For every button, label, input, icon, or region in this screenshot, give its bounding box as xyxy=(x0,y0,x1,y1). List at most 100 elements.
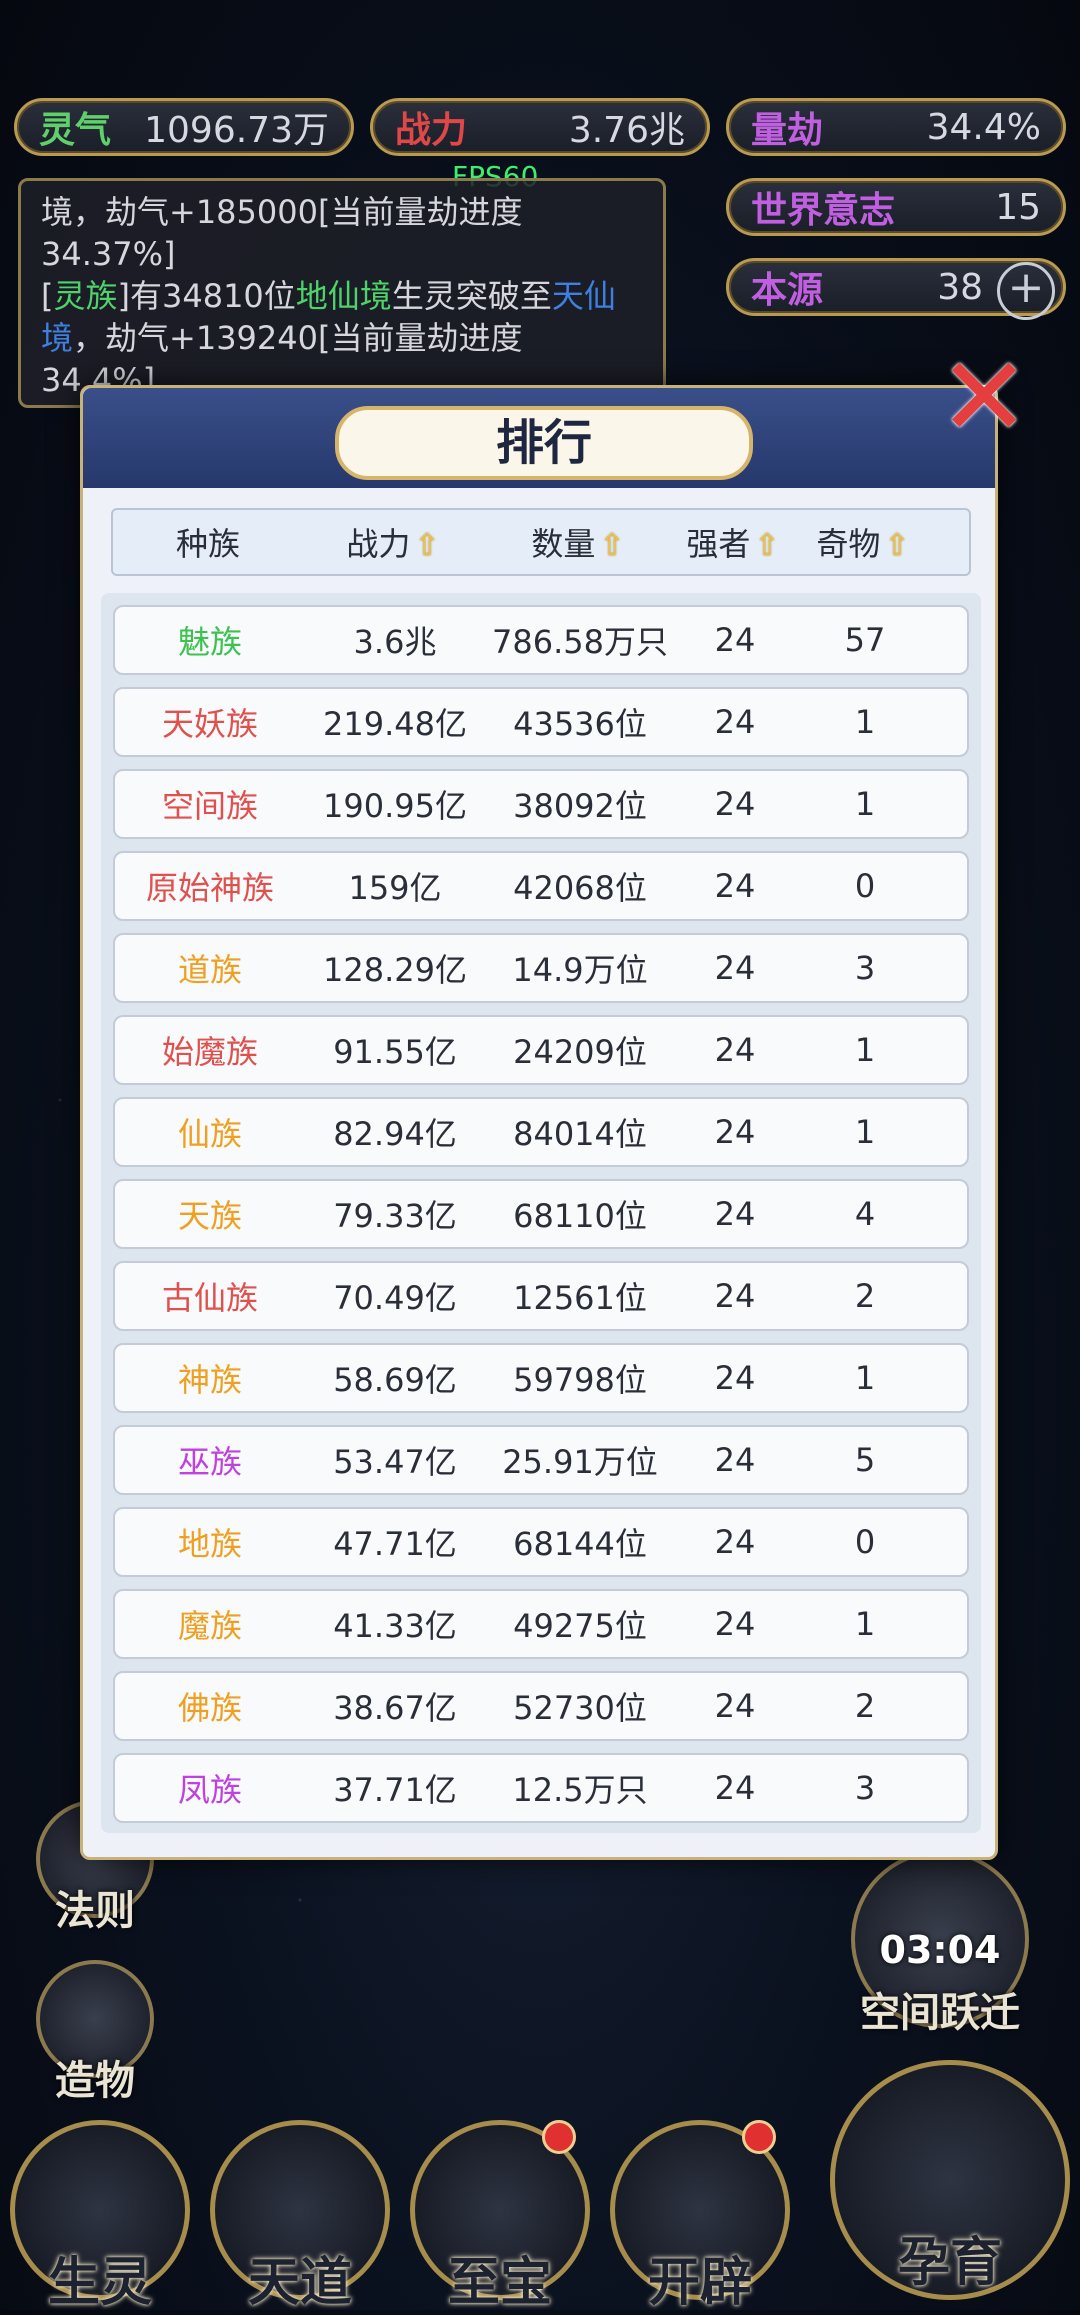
sort-arrow-icon: ⇧ xyxy=(884,528,910,563)
treasure-cell: 0 xyxy=(854,867,876,905)
header-race: 种族 xyxy=(175,525,240,563)
lingqi-stat[interactable]: 灵气 1096.73万 xyxy=(14,98,354,156)
lingqi-label: 灵气 xyxy=(39,110,112,151)
strong-cell: 24 xyxy=(714,1277,756,1315)
strong-cell: 24 xyxy=(714,1195,756,1233)
count-cell: 84014位 xyxy=(513,1115,647,1153)
log-line-1b: 34.37%] xyxy=(41,235,176,273)
close-icon[interactable]: ✕ xyxy=(938,342,1030,452)
zhanli-label: 战力 xyxy=(395,110,468,151)
kaipi-notification-dot xyxy=(742,2120,776,2154)
treasure-cell: 1 xyxy=(854,785,876,823)
table-row[interactable]: 空间族 190.95亿 38092位 24 1 xyxy=(113,769,969,839)
table-row[interactable]: 凤族 37.71亿 12.5万只 24 3 xyxy=(113,1753,969,1823)
nav-kaipi[interactable]: 开辟 xyxy=(610,2120,790,2315)
table-row[interactable]: 地族 47.71亿 68144位 24 0 xyxy=(113,1507,969,1577)
treasure-cell: 2 xyxy=(854,1277,876,1315)
sort-count-button[interactable]: 数量 ⇧ xyxy=(483,519,673,565)
shijie-stat[interactable]: 世界意志 15 xyxy=(726,178,1066,236)
space-jump-button[interactable]: 03:04 空间跃迁 xyxy=(840,1850,1040,2038)
treasure-cell: 1 xyxy=(854,1605,876,1643)
strong-cell: 24 xyxy=(714,1031,756,1069)
table-row[interactable]: 仙族 82.94亿 84014位 24 1 xyxy=(113,1097,969,1167)
power-cell: 91.55亿 xyxy=(333,1033,457,1071)
zhanli-stat[interactable]: 战力 3.76兆 xyxy=(370,98,710,156)
race-cell: 魅族 xyxy=(177,623,242,661)
sort-power-button[interactable]: 战力 ⇧ xyxy=(303,519,483,565)
race-cell: 神族 xyxy=(177,1361,242,1399)
count-cell: 42068位 xyxy=(513,869,647,907)
table-row[interactable]: 巫族 53.47亿 25.91万位 24 5 xyxy=(113,1425,969,1495)
sort-arrow-icon: ⇧ xyxy=(414,528,440,563)
treasure-cell: 1 xyxy=(854,1113,876,1151)
race-cell: 佛族 xyxy=(177,1689,242,1727)
table-row[interactable]: 天妖族 219.48亿 43536位 24 1 xyxy=(113,687,969,757)
space-jump-label: 空间跃迁 xyxy=(860,1990,1020,2036)
nav-zhibao[interactable]: 至宝 xyxy=(410,2120,590,2315)
power-cell: 159亿 xyxy=(348,869,442,907)
treasure-cell: 1 xyxy=(854,1031,876,1069)
liangjie-value: 34.4% xyxy=(926,106,1041,148)
add-benyuan-button[interactable]: + xyxy=(997,262,1055,320)
count-cell: 68144位 xyxy=(513,1525,647,1563)
table-row[interactable]: 古仙族 70.49亿 12561位 24 2 xyxy=(113,1261,969,1331)
count-cell: 12.5万只 xyxy=(512,1771,648,1809)
power-cell: 41.33亿 xyxy=(333,1607,457,1645)
treasure-cell: 1 xyxy=(854,703,876,741)
count-cell: 59798位 xyxy=(513,1361,647,1399)
count-cell: 25.91万位 xyxy=(502,1443,658,1481)
strong-cell: 24 xyxy=(714,621,756,659)
sort-arrow-icon: ⇧ xyxy=(599,528,625,563)
treasure-cell: 1 xyxy=(854,1359,876,1397)
race-cell: 魔族 xyxy=(177,1607,242,1645)
table-row[interactable]: 神族 58.69亿 59798位 24 1 xyxy=(113,1343,969,1413)
strong-cell: 24 xyxy=(714,1687,756,1725)
power-cell: 128.29亿 xyxy=(323,951,467,989)
table-row[interactable]: 魅族 3.6兆 786.58万只 24 57 xyxy=(113,605,969,675)
race-cell: 始魔族 xyxy=(161,1033,258,1071)
nav-yunyu[interactable]: 孕育 xyxy=(830,2060,1070,2300)
ranking-list[interactable]: 魅族 3.6兆 786.58万只 24 57 天妖族 219.48亿 43536位 24 1 空间族… xyxy=(101,593,981,1833)
strong-cell: 24 xyxy=(714,949,756,987)
nav-shengling[interactable]: 生灵 xyxy=(10,2120,190,2315)
treasure-cell: 3 xyxy=(854,1769,876,1807)
table-row[interactable]: 天族 79.33亿 68110位 24 4 xyxy=(113,1179,969,1249)
table-row[interactable]: 原始神族 159亿 42068位 24 0 xyxy=(113,851,969,921)
strong-cell: 24 xyxy=(714,1359,756,1397)
liangjie-stat[interactable]: 量劫 34.4% xyxy=(726,98,1066,156)
treasure-cell: 2 xyxy=(854,1687,876,1725)
power-cell: 53.47亿 xyxy=(333,1443,457,1481)
treasure-cell: 0 xyxy=(854,1523,876,1561)
zaowu-button[interactable]: 造物 xyxy=(36,1960,154,2106)
sort-strong-button[interactable]: 强者 ⇧ xyxy=(673,519,793,565)
benyuan-label: 本源 xyxy=(751,270,824,311)
race-cell: 道族 xyxy=(177,951,242,989)
sort-arrow-icon: ⇧ xyxy=(754,528,780,563)
nav-tiandao[interactable]: 天道 xyxy=(210,2120,390,2315)
benyuan-stat[interactable]: 本源 38 + xyxy=(726,258,1066,320)
race-cell: 空间族 xyxy=(161,787,258,825)
strong-cell: 24 xyxy=(714,1769,756,1807)
sort-treasure-button[interactable]: 奇物 ⇧ xyxy=(793,519,933,565)
race-cell: 地族 xyxy=(177,1525,242,1563)
log-line-2: [灵族]有34810位地仙境生灵突破至天仙境，劫气+139240[当前量劫进度 xyxy=(41,277,616,357)
treasure-cell: 3 xyxy=(854,949,876,987)
table-row[interactable]: 道族 128.29亿 14.9万位 24 3 xyxy=(113,933,969,1003)
race-cell: 凤族 xyxy=(177,1771,242,1809)
count-cell: 68110位 xyxy=(513,1197,647,1235)
table-row[interactable]: 佛族 38.67亿 52730位 24 2 xyxy=(113,1671,969,1741)
zhanli-value: 3.76兆 xyxy=(568,110,685,151)
treasure-cell: 5 xyxy=(854,1441,876,1479)
count-cell: 14.9万位 xyxy=(512,951,648,989)
table-row[interactable]: 魔族 41.33亿 49275位 24 1 xyxy=(113,1589,969,1659)
table-row[interactable]: 始魔族 91.55亿 24209位 24 1 xyxy=(113,1015,969,1085)
ranking-modal: 排行 种族 战力 ⇧ 数量 ⇧ 强者 ⇧ 奇物 ⇧ 魅族 3.6兆 786.58万只 24 57… xyxy=(80,385,998,1860)
table-header: 种族 战力 ⇧ 数量 ⇧ 强者 ⇧ 奇物 ⇧ xyxy=(111,508,971,576)
power-cell: 219.48亿 xyxy=(323,705,467,743)
race-cell: 原始神族 xyxy=(145,869,274,907)
liangjie-label: 量劫 xyxy=(751,110,824,151)
power-cell: 47.71亿 xyxy=(333,1525,457,1563)
lingqi-value: 1096.73万 xyxy=(144,110,329,151)
treasure-cell: 57 xyxy=(844,621,886,659)
space-jump-timer: 03:04 xyxy=(879,1928,1001,1972)
